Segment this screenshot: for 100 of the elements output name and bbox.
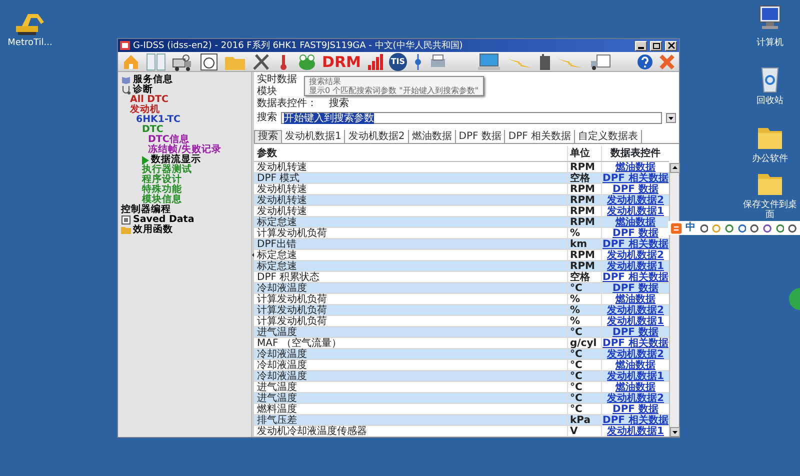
table-link[interactable]: DPF 相关数据 — [602, 272, 668, 283]
signal-bars-icon[interactable] — [366, 52, 383, 70]
minimize-icon — [638, 46, 644, 48]
table-link[interactable]: DPF 数据 — [612, 184, 658, 195]
pin-icon[interactable] — [412, 52, 423, 70]
tree-item[interactable]: 服务信息 — [118, 75, 251, 85]
tis-button[interactable]: TIS — [388, 52, 407, 70]
table-cell: RPM — [567, 206, 601, 216]
table-link[interactable]: DPF 数据 — [612, 327, 658, 338]
tooltip-text: 显示0 个匹配搜索词参数 "开始键入到搜索参数" — [309, 86, 479, 95]
field-label: 模块 — [257, 86, 277, 97]
table-cell-text: 计算发动机负荷 — [256, 228, 328, 238]
table-cell: °C — [567, 349, 601, 359]
table-link[interactable]: 发动机数据1 — [607, 371, 664, 382]
tree-item[interactable]: 控制器编程 — [118, 205, 251, 215]
table-cell: RPM — [567, 184, 601, 194]
table-link[interactable]: 燃油数据 — [616, 217, 656, 228]
table-link[interactable]: 发动机数据2 — [607, 250, 664, 261]
table-cell-text: 计算发动机负荷 — [256, 294, 328, 304]
table-cell: 空格 — [567, 272, 601, 282]
section-label: 实时数据 — [257, 74, 297, 85]
scroll-up-icon[interactable] — [670, 163, 680, 173]
ime-logo-icon[interactable] — [671, 222, 682, 234]
table-cell-text: DPF出错 — [256, 239, 298, 249]
table-link[interactable]: 发动机数据1 — [607, 426, 664, 437]
table-cell-text: 标定怠速 — [256, 261, 298, 271]
table-link[interactable]: 发动机数据1 — [607, 316, 664, 327]
table-link[interactable]: DPF 相关数据 — [602, 338, 668, 349]
collapse-arrow-icon[interactable] — [252, 252, 254, 258]
table-link[interactable]: 燃油数据 — [616, 360, 656, 371]
table-link[interactable]: 燃油数据 — [616, 382, 656, 393]
table-cell: RPM — [567, 217, 601, 227]
table-link[interactable]: DPF 相关数据 — [602, 415, 668, 426]
tree-item[interactable]: DTC信息 — [118, 135, 251, 145]
table-link[interactable]: 发动机数据2 — [607, 305, 664, 316]
truck-icon[interactable] — [172, 52, 194, 70]
close-button[interactable] — [665, 40, 677, 50]
table-link[interactable]: DPF 数据 — [612, 228, 658, 239]
search-field[interactable]: 开始键入到搜索参数 — [281, 112, 662, 124]
table-cell: °C — [567, 382, 601, 392]
table-cell-text: 发动机转速 — [256, 195, 308, 205]
table-cell-text: 标定怠速 — [256, 250, 298, 260]
drm-button[interactable]: DRM — [322, 54, 361, 70]
table-cell: 空格 — [567, 173, 601, 183]
folder-icon — [121, 225, 131, 235]
tree-item[interactable]: 发动机 — [118, 105, 251, 115]
table-cell-text: MAF （空气流量） — [256, 338, 342, 348]
icon-label: MetroTil... — [8, 38, 52, 48]
table-cell: °C — [567, 404, 601, 414]
table-cell: % — [567, 294, 601, 304]
gauge-icon[interactable] — [200, 52, 218, 70]
table-cell: °C — [567, 360, 601, 370]
device-icon[interactable] — [538, 52, 551, 70]
table-cell: kPa — [567, 415, 601, 425]
tree-item[interactable]: Saved Data — [118, 215, 251, 225]
table-cell: V — [567, 426, 601, 436]
scrollbar[interactable] — [669, 163, 679, 437]
table-cell: % — [567, 305, 601, 315]
tree-item[interactable]: 6HK1-TC — [118, 115, 251, 125]
table-link[interactable]: 发动机数据1 — [607, 206, 664, 217]
maximize-icon — [652, 42, 660, 48]
help-icon[interactable] — [637, 54, 653, 70]
frog-icon[interactable] — [298, 52, 316, 70]
book-icon — [121, 75, 131, 85]
table-link[interactable]: 发动机数据1 — [607, 261, 664, 272]
tree-item[interactable]: 诊断 — [118, 85, 251, 95]
tree-item[interactable]: 数据流显示 — [118, 155, 251, 165]
tree-item[interactable]: 冻结帧/失败记录 — [118, 145, 251, 155]
scroll-down-icon[interactable] — [670, 427, 680, 437]
table-link[interactable]: DPF 数据 — [612, 404, 658, 415]
truck-icon[interactable] — [588, 52, 611, 70]
table-cell-text: 计算发动机负荷 — [256, 305, 328, 315]
table-link[interactable]: 发动机数据2 — [607, 349, 664, 360]
maximize-button[interactable] — [650, 40, 662, 50]
table-link[interactable]: 发动机数据2 — [607, 393, 664, 404]
minimize-button[interactable] — [635, 40, 647, 50]
table-link[interactable]: 发动机数据2 — [607, 195, 664, 206]
table-cell-text: 发动机冷却液温度传感器 — [256, 426, 368, 436]
table-cell: km — [567, 239, 601, 249]
tree-item[interactable]: 效用函数 — [118, 225, 251, 235]
tab[interactable]: 搜索 — [254, 130, 282, 143]
table-link[interactable]: 燃油数据 — [616, 294, 656, 305]
tree-item[interactable]: All DTC — [118, 95, 251, 105]
table-cell: °C — [567, 371, 601, 381]
icon-label: 计算机 — [756, 38, 784, 48]
field-label: 搜索 — [257, 112, 277, 124]
table-link[interactable]: DPF 数据 — [612, 283, 658, 294]
ime-mode-button[interactable]: 中 — [686, 222, 696, 234]
table-cell: °C — [567, 327, 601, 337]
table-cell: °C — [567, 283, 601, 293]
tab[interactable]: 发动机数据1 — [282, 130, 346, 143]
table-cell: % — [567, 316, 601, 326]
table-link[interactable]: DPF 相关数据 — [602, 239, 668, 250]
table-cell: % — [567, 228, 601, 238]
table-link[interactable]: DPF 相关数据 — [602, 173, 668, 184]
table-cell: °C — [567, 393, 601, 403]
table-link[interactable]: 燃油数据 — [616, 162, 656, 173]
table-cell-text: 标定怠速 — [256, 217, 297, 227]
window-title: G-IDSS (idss-en2) - 2016 F系列 6HK1 FAST9JS119GA - 中文(中华人民共和国) — [133, 40, 463, 52]
laptop-icon[interactable] — [476, 52, 501, 70]
